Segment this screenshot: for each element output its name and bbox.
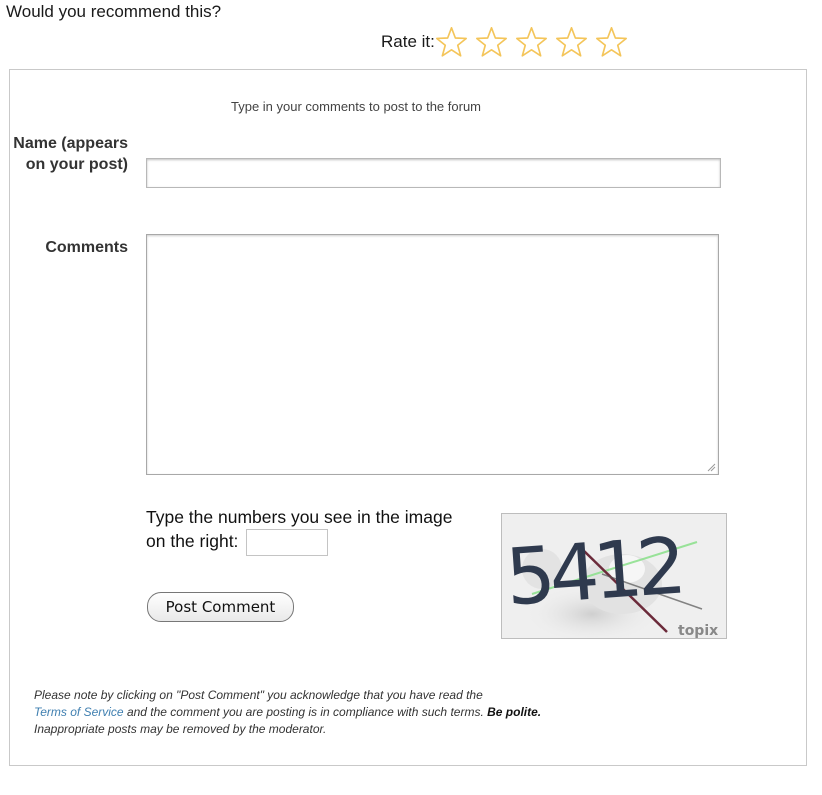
recommend-question: Would you recommend this? — [6, 2, 222, 21]
notice-moderation: Inappropriate posts may be removed by th… — [34, 722, 327, 736]
name-input[interactable] — [146, 158, 721, 188]
rate-label: Rate it: — [381, 32, 435, 51]
comments-field-label: Comments — [45, 239, 128, 256]
notice-compliance: and the comment you are posting is in co… — [126, 705, 484, 719]
terms-notice: Please note by clicking on "Post Comment… — [34, 687, 794, 738]
be-polite-text: Be polite. — [487, 705, 542, 719]
post-comment-button[interactable]: Post Comment — [147, 592, 294, 622]
rating-widget: Rate it: — [381, 22, 628, 62]
star-2-icon[interactable] — [475, 26, 508, 59]
notice-intro: Please note by clicking on "Post Comment… — [34, 688, 483, 702]
star-3-icon[interactable] — [515, 26, 548, 59]
name-field-label: Name (appears on your post) — [13, 135, 128, 173]
star-rating — [435, 26, 628, 59]
comment-form-panel: Type in your comments to post to the for… — [9, 69, 807, 766]
terms-of-service-link[interactable]: Terms of Service — [34, 705, 124, 719]
captcha-brand: topix — [678, 623, 718, 638]
star-1-icon[interactable] — [435, 26, 468, 59]
star-5-icon[interactable] — [595, 26, 628, 59]
form-instructions: Type in your comments to post to the for… — [231, 99, 482, 114]
star-4-icon[interactable] — [555, 26, 588, 59]
resize-grip-icon[interactable] — [706, 462, 716, 472]
captcha-code: 5412 — [503, 522, 683, 624]
comments-textarea[interactable] — [146, 234, 719, 475]
captcha-input[interactable] — [246, 529, 329, 556]
captcha-prompt-block: Type the numbers you see in the image on… — [146, 506, 476, 556]
captcha-image: 5412 topix — [501, 513, 727, 639]
